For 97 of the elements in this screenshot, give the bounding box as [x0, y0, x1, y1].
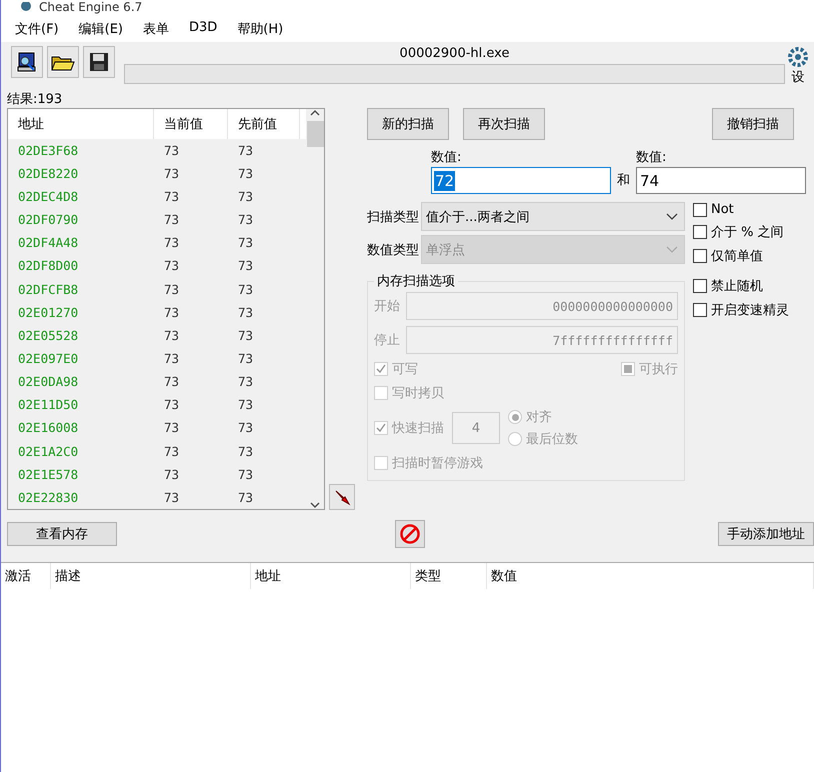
window-title: Cheat Engine 6.7	[39, 0, 142, 14]
address-cell-text: 02E01270	[17, 304, 80, 320]
table-cell-text: 73	[237, 351, 254, 366]
menu-item[interactable]: 表单	[142, 20, 169, 38]
scan-button[interactable]: 新的扫描	[367, 108, 449, 140]
field-label: 扫描类型	[367, 208, 419, 226]
address-cell-text: 02DEC4D8	[17, 189, 80, 204]
table-cell-text: 73	[163, 142, 180, 158]
table-cell-text: 73	[237, 189, 254, 204]
column-header[interactable]: 类型	[411, 563, 487, 589]
check-icon	[376, 423, 386, 433]
table-cell-text: 73	[237, 166, 254, 181]
column-header[interactable]: 地址	[8, 109, 154, 139]
address-cell-text: 02E16008	[17, 420, 80, 436]
table-cell-text: 73	[237, 420, 254, 436]
table-cell-text: 73	[237, 374, 254, 390]
table-cell-text: 73	[163, 328, 180, 343]
table-cell-text: 73	[237, 397, 254, 412]
menu-item[interactable]: 编辑(E)	[78, 20, 123, 38]
address-cell-text: 02DE8220	[17, 166, 80, 181]
scroll-down-icon[interactable]	[310, 501, 320, 509]
table-cell-text: 73	[237, 466, 254, 482]
address-cell-text: 02E0DA98	[17, 374, 80, 390]
address-cell-text: 02E22830	[17, 490, 80, 505]
column-header[interactable]: 描述	[51, 563, 251, 589]
address-cell-text: 02DF0790	[17, 212, 80, 228]
field-label: 数值类型	[367, 242, 419, 258]
caret-icon	[666, 212, 678, 220]
table-cell-text: 73	[163, 304, 180, 320]
table-cell-text: 73	[237, 444, 254, 459]
table-cell-text: 73	[163, 235, 180, 250]
save-icon[interactable]	[83, 46, 115, 78]
table-cell-text: 73	[163, 444, 180, 459]
table-cell-text: 73	[163, 374, 180, 390]
scroll-up-icon[interactable]	[310, 109, 320, 117]
address-cell-text: 02DF8D00	[17, 258, 80, 274]
address-cell-text: 02DFCFB8	[17, 282, 80, 297]
check-icon	[376, 364, 386, 374]
table-cell-text: 73	[163, 282, 180, 297]
checkbox[interactable]: 开启变速精灵	[693, 301, 789, 319]
checkbox[interactable]: 仅简单值	[693, 247, 789, 265]
table-cell-text: 73	[163, 212, 180, 228]
column-header[interactable]: 数值	[487, 563, 814, 589]
table-cell-text: 73	[237, 490, 254, 505]
table-cell-text: 73	[237, 258, 254, 274]
caret-icon	[666, 246, 678, 254]
checkbox[interactable]: Not	[693, 202, 789, 217]
computer-icon[interactable]	[11, 46, 43, 78]
address-cell-text: 02E05528	[17, 328, 80, 343]
column-header[interactable]: 先前值	[228, 109, 300, 139]
table-cell-text: 73	[237, 212, 254, 228]
column-header[interactable]: 当前值	[154, 109, 228, 139]
undo-scan-button[interactable]: 撤销扫描	[712, 108, 794, 140]
table-cell-text: 73	[163, 189, 180, 204]
address-cell-text: 02E1A2C0	[17, 444, 80, 459]
results-count: 结果:193	[6, 91, 64, 108]
value-field[interactable]: 74	[636, 167, 806, 194]
value-field[interactable]: 72	[431, 167, 611, 194]
table-cell-text: 73	[163, 166, 180, 181]
stop-icon[interactable]	[395, 520, 425, 548]
table-cell-text: 73	[163, 490, 180, 505]
table-cell-text: 73	[163, 258, 180, 274]
table-cell-text: 73	[163, 420, 180, 436]
menu-item[interactable]: D3D	[188, 20, 218, 38]
field-label: 开始	[374, 298, 400, 315]
table-cell-text: 73	[237, 142, 254, 158]
panel-title: 内存扫描选项	[376, 273, 456, 290]
add-address-button[interactable]: 手动添加地址	[718, 522, 814, 546]
table-cell-text: 73	[237, 328, 254, 343]
settings-label[interactable]: 设	[792, 68, 804, 86]
column-header[interactable]: 地址	[251, 563, 411, 589]
address-cell-text: 02DF4A48	[17, 235, 80, 250]
value-label: 数值:	[431, 149, 462, 166]
address-cell-text: 02E11D50	[17, 397, 80, 412]
table-cell-text: 73	[163, 466, 180, 482]
scroll-thumb[interactable]	[306, 121, 324, 147]
table-cell-text: 73	[237, 235, 254, 250]
dropdown[interactable]: 值介于...两者之间	[421, 202, 685, 231]
address-cell-text: 02DE3F68	[17, 142, 80, 158]
checkbox[interactable]: 介于 % 之间	[693, 223, 789, 241]
table-cell-text: 73	[163, 351, 180, 366]
and-label: 和	[617, 172, 630, 189]
folder-icon[interactable]	[47, 46, 79, 78]
menu-item[interactable]: 帮助(H)	[237, 20, 284, 38]
table-cell-text: 73	[237, 304, 254, 320]
address-cell-text: 02E097E0	[17, 351, 80, 366]
process-name: 00002900-hl.exe	[400, 46, 510, 61]
address-cell-text: 02E1E578	[17, 466, 80, 482]
column-header[interactable]: 激活	[1, 563, 51, 589]
value-label: 数值:	[636, 149, 668, 166]
field-label: 停止	[374, 332, 400, 349]
table-cell-text: 73	[237, 282, 254, 297]
checkbox[interactable]: 禁止随机	[693, 277, 789, 295]
menu-item[interactable]: 文件(F)	[15, 20, 59, 38]
scan-button[interactable]: 再次扫描	[463, 108, 545, 140]
table-cell-text: 73	[163, 397, 180, 412]
view-memory-button[interactable]: 查看内存	[7, 522, 117, 546]
